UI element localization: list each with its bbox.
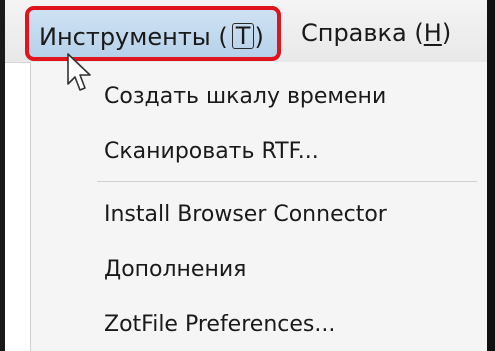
menu-help-accelerator: H — [423, 19, 442, 47]
menu-item-scan-rtf[interactable]: Сканировать RTF... — [104, 132, 319, 172]
tools-dropdown-menu: Создать шкалу времени Сканировать RTF...… — [30, 62, 495, 351]
mouse-pointer-icon — [67, 53, 91, 91]
menu-help[interactable]: Справка (H) — [301, 14, 451, 52]
menu-separator — [97, 181, 477, 182]
menu-item-create-timeline[interactable]: Создать шкалу времени — [104, 77, 386, 117]
screenshot-frame: Инструменты (T) Справка (H) Создать шкал… — [0, 0, 495, 351]
menu-help-label: Справка — [301, 19, 407, 47]
menu-tools-label: Инструменты — [39, 23, 211, 51]
menu-item-zotfile-preferences[interactable]: ZotFile Preferences... — [104, 305, 335, 345]
menu-item-addons[interactable]: Дополнения — [104, 250, 246, 290]
window-right-edge — [487, 0, 495, 351]
menu-item-install-browser-connector[interactable]: Install Browser Connector — [104, 195, 387, 235]
menu-tools-accelerator: T — [231, 23, 255, 49]
menu-tools[interactable]: Инструменты (T) — [25, 6, 281, 61]
